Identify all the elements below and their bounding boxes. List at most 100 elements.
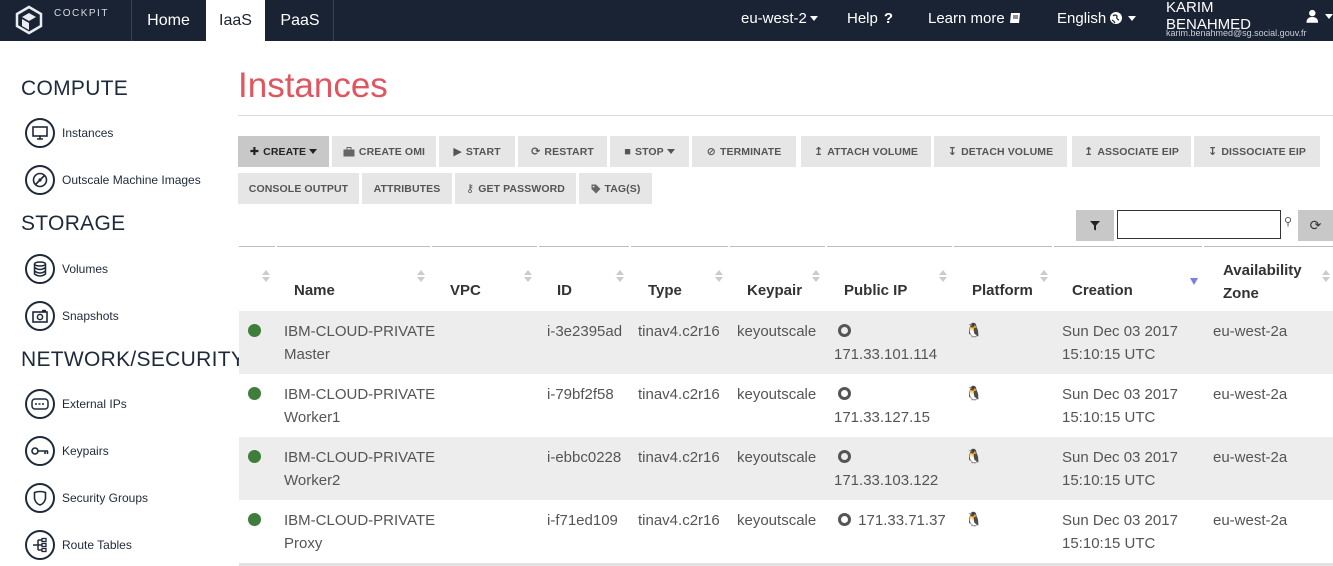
sidebar-item-label: Instances [62,126,114,140]
terminate-button[interactable]: ⊘ TERMINATE [692,136,796,167]
monitor-icon [25,118,55,148]
column-rule [432,246,537,247]
instance-id: i-f71ed109 [547,512,618,529]
public-ip-value: 171.33.127.15 [834,409,930,426]
linux-icon: 🐧 [965,322,983,338]
sort-icon[interactable] [616,270,624,285]
column-header-id[interactable]: ID [557,282,572,299]
chevron-down-icon [809,15,818,21]
region-dropdown[interactable]: eu-west-2 [741,0,818,36]
sort-icon[interactable] [812,270,820,285]
instance-public-ip: 171.33.71.37 [838,509,946,532]
disc-icon [25,165,55,195]
sidebar-item-keypairs[interactable]: Keypairs [25,435,109,467]
sort-icon[interactable] [262,270,270,285]
network-icon [25,389,55,419]
dissociate-eip-button-label: DISSOCIATE EIP [1221,145,1306,158]
name-line: Worker2 [284,472,341,489]
column-rule [277,246,430,247]
sidebar-item-label: Snapshots [62,309,119,323]
creation-line: 15:10:15 UTC [1062,409,1156,426]
column-header-type[interactable]: Type [648,282,682,299]
tab-iaas[interactable]: IaaS [206,0,265,41]
stop-button[interactable]: ■ STOP [610,136,689,167]
table-row[interactable]: IBM-CLOUD-PRIVATE Master i-3e2395ad tina… [239,311,1333,374]
tab-paas[interactable]: PaaS [266,0,334,41]
table-row[interactable]: IBM-CLOUD-PRIVATE Worker2 i-ebbc0228 tin… [239,437,1333,500]
table-row[interactable]: IBM-CLOUD-PRIVATE Proxy i-f71ed109 tinav… [239,500,1333,563]
user-icon [1306,9,1319,23]
sidebar-item-security-groups[interactable]: Security Groups [25,482,148,514]
sort-icon[interactable] [417,270,425,285]
create-button[interactable]: ✚ CREATE [238,136,329,167]
sort-icon[interactable] [1040,270,1048,285]
linux-icon: 🐧 [965,385,983,401]
language-dropdown[interactable]: English [1057,0,1137,36]
sidebar-item-label: Outscale Machine Images [62,173,201,187]
console-output-button-label: CONSOLE OUTPUT [248,182,349,195]
instance-name: IBM-CLOUD-PRIVATE Worker1 [284,383,435,429]
refresh-button[interactable]: ⟳ [1298,210,1333,241]
sidebar-item-volumes[interactable]: Volumes [25,253,108,285]
column-header-name[interactable]: Name [294,282,335,299]
instance-keypair: keyoutscale [737,323,817,340]
key-icon [25,436,55,466]
status-running-icon [248,513,261,526]
sort-icon[interactable] [1322,270,1330,285]
instance-id: i-79bf2f58 [547,386,614,403]
region-label: eu-west-2 [741,9,807,27]
column-header-availability-zone[interactable]: Availability Zone [1223,259,1302,305]
sidebar-item-instances[interactable]: Instances [25,117,113,149]
instance-name: IBM-CLOUD-PRIVATE Worker2 [284,446,435,492]
attributes-button[interactable]: ATTRIBUTES [362,173,452,204]
stop-button-label: STOP [634,145,664,158]
get-password-button[interactable]: ⚷ GET PASSWORD [455,173,576,204]
instance-zone: eu-west-2a [1213,386,1288,403]
refresh-icon: ⟳ [531,146,541,158]
instance-public-ip: 171.33.127.15 [834,383,930,429]
filter-button[interactable] [1076,210,1114,241]
create-omi-button[interactable]: CREATE OMI [332,136,436,167]
tab-home[interactable]: Home [132,0,205,41]
console-output-button[interactable]: CONSOLE OUTPUT [238,173,359,204]
column-header-keypair[interactable]: Keypair [747,282,802,299]
tags-button[interactable]: TAG(S) [579,173,652,204]
start-button[interactable]: ▶ START [439,136,515,167]
instance-creation: Sun Dec 03 2017 15:10:15 UTC [1062,446,1178,492]
name-line: IBM-CLOUD-PRIVATE [284,449,436,466]
dissociate-eip-button[interactable]: ↧ DISSOCIATE EIP [1194,136,1320,167]
sort-icon[interactable] [715,270,723,285]
instance-id: i-ebbc0228 [547,449,622,466]
attach-volume-button[interactable]: ↥ ATTACH VOLUME [801,136,931,167]
column-rule [954,246,1052,247]
instance-zone: eu-west-2a [1213,323,1288,340]
sort-icon[interactable] [524,270,532,285]
search-input[interactable] [1117,210,1281,239]
name-line: IBM-CLOUD-PRIVATE [284,512,436,529]
help-link[interactable]: Help ? [847,0,893,36]
learn-more-link[interactable]: Learn more [928,0,1022,36]
sidebar-item-external-ips[interactable]: External IPs [25,388,127,420]
sort-icon[interactable] [939,270,947,285]
instance-type: tinav4.c2r16 [638,386,720,403]
sidebar-item-omi[interactable]: Outscale Machine Images [25,164,201,196]
detach-volume-button[interactable]: ↧ DETACH VOLUME [934,136,1067,167]
column-header-public-ip[interactable]: Public IP [844,282,907,299]
associate-eip-button[interactable]: ↥ ASSOCIATE EIP [1072,136,1191,167]
arrow-up-icon: ↥ [813,146,824,158]
creation-line: Sun Dec 03 2017 [1062,386,1178,403]
sort-descending-icon[interactable] [1190,278,1198,285]
column-header-platform[interactable]: Platform [972,282,1033,299]
cockpit-logo[interactable]: COCKPIT [14,2,130,38]
chevron-down-icon [1325,13,1333,19]
restart-button[interactable]: ⟳ RESTART [518,136,607,167]
table-row[interactable]: IBM-CLOUD-PRIVATE Worker1 i-79bf2f58 tin… [239,374,1333,437]
sidebar-item-route-tables[interactable]: Route Tables [25,529,132,561]
sidebar-item-snapshots[interactable]: Snapshots [25,300,119,332]
column-header-creation[interactable]: Creation [1072,282,1133,299]
database-icon [25,254,55,284]
sidebar-heading-network: NETWORK/SECURITY [21,348,246,371]
status-running-icon [248,324,261,337]
name-line: Worker1 [284,409,341,426]
column-header-vpc[interactable]: VPC [450,282,481,299]
